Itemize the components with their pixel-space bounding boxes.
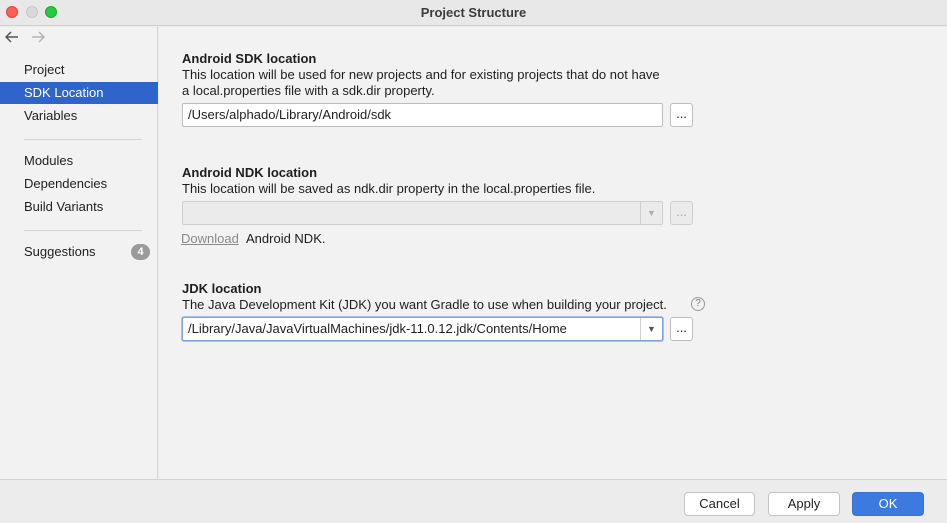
ok-button[interactable]: OK	[852, 492, 924, 516]
sidebar: Project SDK Location Variables Modules D…	[0, 27, 158, 479]
sidebar-item-label: Variables	[24, 108, 78, 123]
arrow-left-icon[interactable]	[4, 30, 19, 48]
jdk-path-dropdown[interactable]: /Library/Java/JavaVirtualMachines/jdk-11…	[182, 317, 663, 341]
sidebar-item-build-variants[interactable]: Build Variants	[0, 196, 158, 218]
cancel-button[interactable]: Cancel	[684, 492, 755, 516]
sdk-heading: Android SDK location	[182, 51, 317, 66]
jdk-description: The Java Development Kit (JDK) you want …	[182, 297, 667, 312]
sidebar-item-variables[interactable]: Variables	[0, 105, 158, 127]
sidebar-divider	[24, 139, 142, 140]
sidebar-item-label: Project	[24, 62, 65, 77]
sdk-description-line2: a local.properties file with a sdk.dir p…	[182, 83, 435, 98]
ndk-path-dropdown[interactable]: ▼	[182, 201, 663, 225]
sidebar-item-label: SDK Location	[24, 85, 104, 100]
sidebar-item-suggestions[interactable]: Suggestions 4	[0, 241, 158, 263]
dialog-footer: Cancel Apply OK	[0, 479, 947, 523]
sdk-browse-button[interactable]: ...	[670, 103, 693, 127]
window-title: Project Structure	[420, 5, 527, 20]
help-icon[interactable]: ?	[691, 297, 705, 311]
ndk-description: This location will be saved as ndk.dir p…	[182, 181, 596, 196]
sidebar-item-dependencies[interactable]: Dependencies	[0, 173, 158, 195]
jdk-browse-button[interactable]: ...	[670, 317, 693, 341]
chevron-down-icon[interactable]: ▼	[640, 318, 662, 340]
title-bar: Project Structure	[0, 0, 947, 26]
jdk-heading: JDK location	[182, 281, 262, 296]
sidebar-item-sdk-location[interactable]: SDK Location	[0, 82, 158, 104]
jdk-path-value: /Library/Java/JavaVirtualMachines/jdk-11…	[188, 321, 567, 336]
ndk-download-link[interactable]: Download	[181, 231, 239, 246]
sidebar-item-project[interactable]: Project	[0, 59, 158, 81]
arrow-right-icon[interactable]	[31, 30, 46, 48]
sidebar-item-modules[interactable]: Modules	[0, 150, 158, 172]
sdk-location-panel: Android SDK location This location will …	[159, 27, 947, 479]
ndk-heading: Android NDK location	[182, 165, 318, 180]
ndk-download-suffix: Android NDK.	[246, 231, 326, 246]
sidebar-item-label: Modules	[24, 153, 74, 168]
sdk-description-line1: This location will be used for new proje…	[182, 67, 660, 82]
sidebar-divider	[24, 230, 142, 231]
apply-button[interactable]: Apply	[768, 492, 840, 516]
sidebar-item-label: Dependencies	[24, 176, 108, 191]
sdk-path-field[interactable]: /Users/alphado/Library/Android/sdk	[182, 103, 663, 127]
sidebar-item-label: Build Variants	[24, 199, 104, 214]
sidebar-item-label: Suggestions	[24, 244, 96, 259]
chevron-down-icon: ▼	[640, 202, 662, 224]
suggestions-count-badge: 4	[131, 244, 150, 260]
ndk-browse-button[interactable]: ...	[670, 201, 693, 225]
